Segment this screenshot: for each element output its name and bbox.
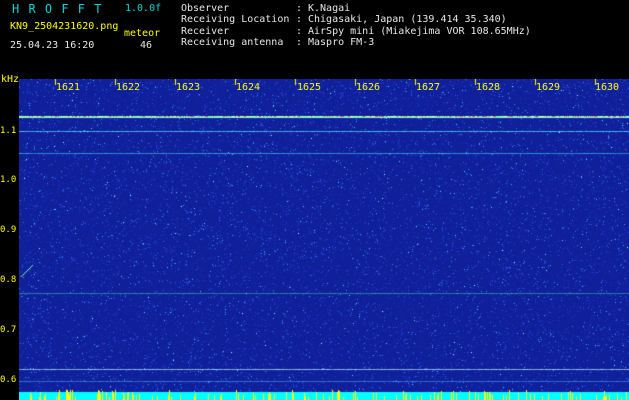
info-value: K.Nagai	[308, 3, 351, 14]
y-tick-label: 0.8	[0, 275, 17, 285]
observation-datetime: 25.04.23 16:20	[10, 40, 95, 51]
meteor-label: meteor	[124, 28, 161, 39]
info-value: Maspro FM-3	[308, 37, 375, 48]
x-tick-label: 1623	[176, 82, 201, 93]
y-tick-label: 0.7	[0, 325, 17, 335]
spectrogram	[19, 79, 629, 400]
image-filename: KN9_2504231620.png	[10, 21, 119, 32]
info-sep: :	[296, 37, 303, 48]
x-tick-label: 1629	[536, 82, 561, 93]
y-tick-label: 1.0	[0, 175, 17, 185]
info-sep: :	[296, 3, 303, 14]
info-key: Receiving Location	[181, 14, 290, 25]
x-tick-label: 1627	[416, 82, 441, 93]
x-tick-label: 1630	[595, 82, 620, 93]
x-tick-label: 1628	[476, 82, 501, 93]
info-sep: :	[296, 14, 303, 25]
info-sep: :	[296, 26, 303, 37]
hrofft-window: H R O F F T 1.0.0f KN9_2504231620.png me…	[0, 0, 629, 400]
y-tick-label: 1.1	[0, 126, 17, 136]
x-tick-label: 1621	[56, 82, 81, 93]
x-tick-label: 1626	[356, 82, 381, 93]
y-tick-label: 0.9	[0, 225, 17, 235]
x-tick-label: 1622	[116, 82, 141, 93]
info-value: Chigasaki, Japan (139.414 35.340)	[308, 14, 507, 25]
x-tick-label: 1625	[297, 82, 322, 93]
meteor-count: 46	[140, 40, 153, 51]
info-value: AirSpy mini (Miakejima VOR 108.65MHz)	[308, 26, 531, 37]
info-key: Observer	[181, 3, 230, 14]
info-key: Receiving antenna	[181, 37, 284, 48]
info-key: Receiver	[181, 26, 230, 37]
app-brand: H R O F F T	[12, 2, 103, 16]
y-axis: 1.1 1.0 0.9 0.8 0.7 0.6	[0, 79, 19, 400]
app-version: 1.0.0f	[125, 3, 162, 14]
x-tick-label: 1624	[236, 82, 261, 93]
y-tick-label: 0.6	[0, 375, 17, 385]
